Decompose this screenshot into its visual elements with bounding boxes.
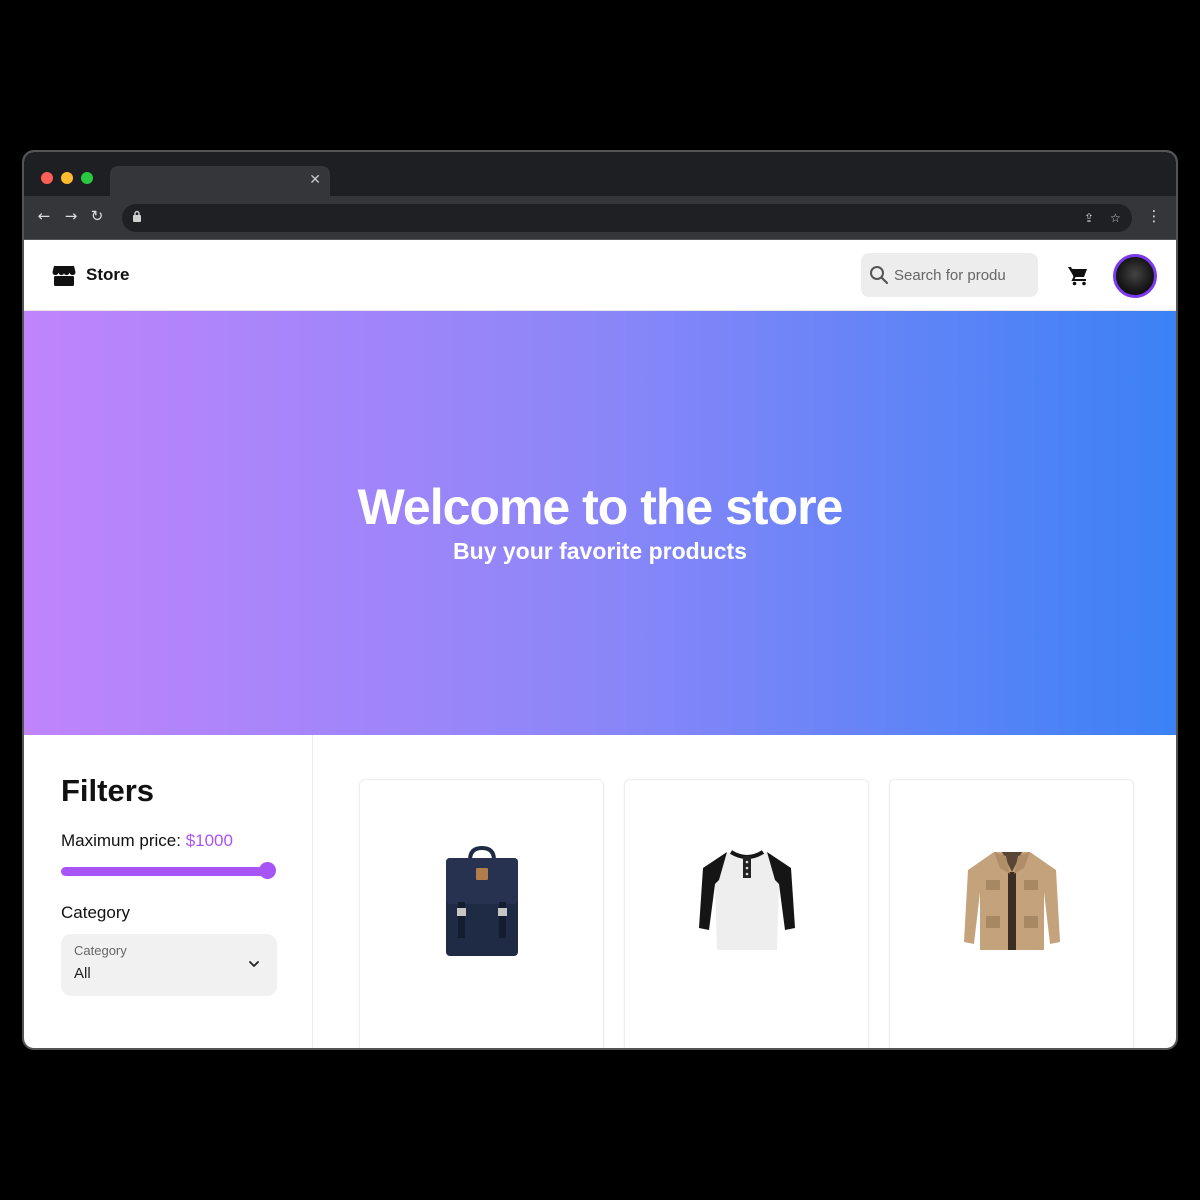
tab-close-icon[interactable]: ✕ — [309, 171, 321, 189]
max-price-slider-track[interactable] — [61, 867, 268, 876]
bookmark-star-icon[interactable]: ☆ — [1110, 208, 1121, 228]
category-select-value: All — [74, 965, 91, 982]
share-icon[interactable]: ⇪ — [1084, 208, 1094, 228]
browser-window: ✕ ← → ↻ ⇪ ☆ ⋮ Store Search for produ Wel… — [24, 152, 1176, 1048]
browser-titlebar: ✕ — [24, 152, 1176, 196]
hero-title: Welcome to the store — [357, 479, 844, 535]
category-select[interactable]: Category All — [61, 934, 277, 996]
minimize-window-button[interactable] — [61, 172, 73, 184]
filters-panel: Filters Maximum price: $1000 Category Ca… — [24, 735, 313, 1048]
address-bar[interactable]: ⇪ ☆ — [122, 204, 1132, 232]
chevron-down-icon — [249, 961, 259, 967]
category-heading: Category — [61, 903, 130, 922]
max-price-value: $1000 — [185, 831, 233, 850]
product-card[interactable] — [889, 779, 1134, 1048]
search-box[interactable] — [861, 253, 1038, 297]
backpack-image — [446, 846, 518, 956]
browser-menu-icon[interactable]: ⋮ — [1144, 206, 1164, 226]
henley-shirt-image — [699, 850, 795, 950]
search-icon — [870, 266, 889, 285]
hero-subtitle: Buy your favorite products — [453, 538, 747, 564]
app-header: Store — [24, 241, 1176, 311]
hero-banner: Welcome to the store Buy your favorite p… — [24, 311, 1176, 735]
back-arrow-icon[interactable]: ← — [34, 206, 54, 226]
max-price-label: Maximum price: $1000 — [61, 829, 233, 853]
filters-title: Filters — [61, 773, 155, 808]
lock-icon — [132, 208, 142, 228]
user-avatar[interactable] — [1113, 254, 1157, 298]
jacket-image — [964, 852, 1060, 950]
shopping-cart-icon[interactable] — [1067, 265, 1089, 287]
product-card[interactable] — [359, 779, 604, 1048]
store-logo-text[interactable]: Store — [86, 263, 129, 287]
category-select-label: Category — [74, 943, 127, 958]
browser-tab[interactable]: ✕ — [110, 166, 330, 196]
forward-arrow-icon[interactable]: → — [61, 206, 81, 226]
close-window-button[interactable] — [41, 172, 53, 184]
maximize-window-button[interactable] — [81, 172, 93, 184]
search-input[interactable] — [894, 264, 1032, 286]
max-price-slider-thumb[interactable] — [259, 862, 276, 879]
reload-icon[interactable]: ↻ — [87, 206, 107, 226]
browser-toolbar: ← → ↻ ⇪ ☆ ⋮ — [24, 196, 1176, 240]
product-card[interactable] — [624, 779, 869, 1048]
max-price-label-text: Maximum price: — [61, 831, 186, 850]
store-icon — [52, 266, 76, 286]
